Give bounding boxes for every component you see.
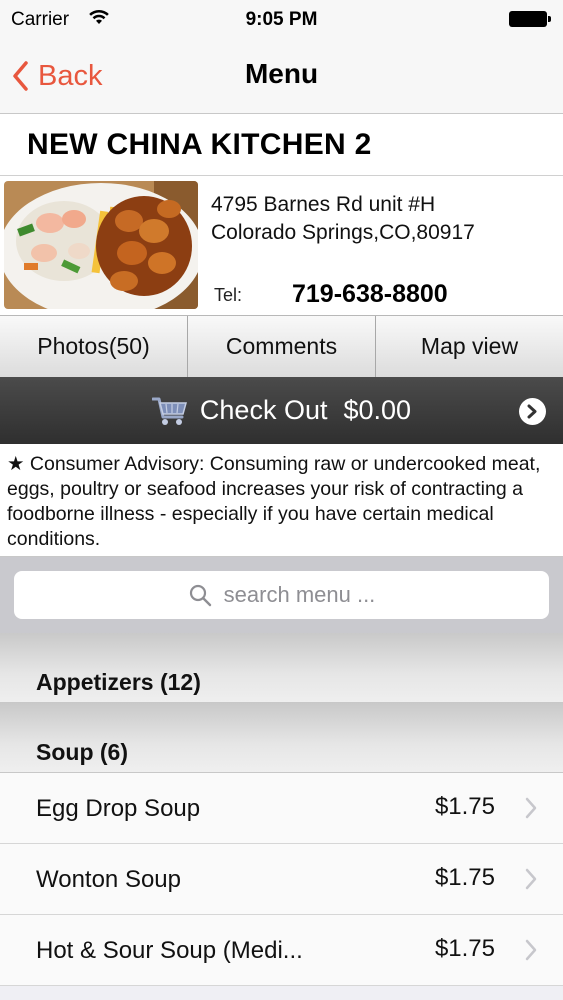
address-line-1: 4795 Barnes Rd unit #H [211, 193, 436, 216]
menu-item-price: $1.75 [434, 864, 495, 891]
section-header-soup[interactable]: Soup (6) [0, 703, 563, 773]
food-photo[interactable] [4, 181, 198, 309]
chevron-right-icon [525, 797, 537, 819]
section-header-appetizers[interactable]: Appetizers (12) [0, 633, 563, 703]
segment-buttons: Photos(50) Comments Map view [0, 315, 563, 377]
page-title: Menu [244, 58, 319, 89]
search-input[interactable]: search menu ... [14, 571, 549, 619]
chevron-right-icon [525, 868, 537, 890]
menu-item-name: Egg Drop Soup [36, 795, 201, 822]
address-line-2: Colorado Springs,CO,80917 [211, 221, 475, 244]
arrow-right-circle-icon [519, 398, 546, 425]
search-placeholder: search menu ... [223, 582, 376, 607]
menu-item[interactable]: Egg Drop Soup $1.75 [0, 773, 563, 844]
checkout-total: $0.00 [343, 395, 412, 425]
phone-number[interactable]: 719-638-8800 [292, 280, 448, 309]
menu-item[interactable]: Hot & Sour Soup (Medi... $1.75 [0, 915, 563, 986]
search-bar: search menu ... [0, 557, 563, 633]
chevron-right-icon [525, 939, 537, 961]
consumer-advisory: ★ Consumer Advisory: Consuming raw or un… [0, 444, 563, 557]
restaurant-name-row: NEW CHINA KITCHEN 2 [0, 114, 563, 176]
section-label: Soup (6) [36, 739, 128, 765]
checkout-label: Check Out [199, 395, 328, 425]
address: 4795 Barnes Rd unit #H Colorado Springs,… [211, 191, 475, 247]
menu-item-name: Hot & Sour Soup (Medi... [36, 937, 303, 964]
menu-item-price: $1.75 [434, 935, 495, 962]
cart-icon [151, 395, 188, 427]
tel-label: Tel: [214, 285, 243, 305]
search-icon [189, 584, 211, 607]
menu-item[interactable]: Wonton Soup $1.75 [0, 844, 563, 915]
map-view-button[interactable]: Map view [376, 316, 563, 377]
restaurant-info: 4795 Barnes Rd unit #H Colorado Springs,… [0, 176, 563, 315]
photos-button[interactable]: Photos(50) [0, 316, 188, 377]
status-time: 9:05 PM [245, 9, 318, 30]
comments-button[interactable]: Comments [188, 316, 376, 377]
menu-item-name: Wonton Soup [36, 866, 181, 893]
checkout-button[interactable]: Check Out $0.00 [0, 377, 563, 444]
battery-icon [509, 11, 551, 27]
section-label: Appetizers (12) [36, 669, 201, 695]
status-bar: Carrier 9:05 PM [0, 0, 563, 38]
restaurant-name: NEW CHINA KITCHEN 2 [27, 128, 372, 161]
navigation-bar: Back Menu [0, 38, 563, 114]
menu-item-price: $1.75 [434, 793, 495, 820]
